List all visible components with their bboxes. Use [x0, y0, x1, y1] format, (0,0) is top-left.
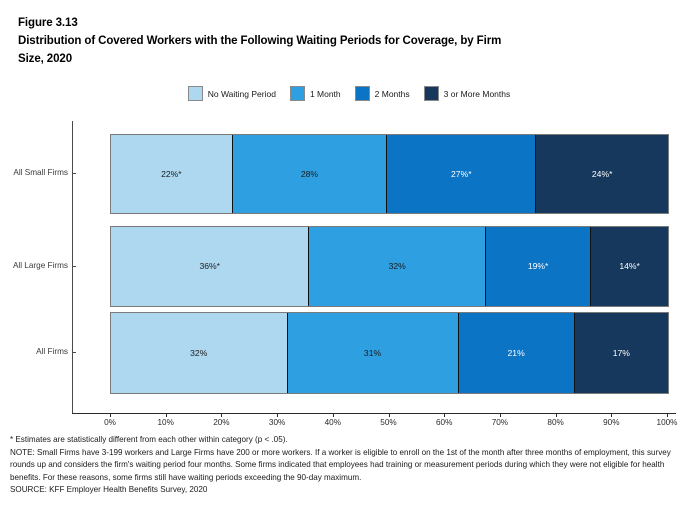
x-axis-line — [72, 413, 676, 414]
x-axis-tick-label: 100% — [656, 418, 678, 427]
bar-segment-value-label: 32% — [190, 347, 208, 358]
legend-swatch-icon — [289, 86, 305, 101]
legend-swatch-icon — [354, 86, 370, 101]
x-axis-tick — [221, 413, 223, 417]
y-axis-tick — [72, 352, 76, 353]
bar-row[interactable]: 32% 31% 21% 17% — [110, 312, 669, 394]
bar-row[interactable]: 36%* 32% 19%* 14%* — [110, 226, 669, 307]
x-axis-tick — [165, 413, 167, 417]
bar-segment[interactable]: 31% — [287, 313, 459, 393]
bar-segment[interactable]: 17% — [574, 313, 668, 393]
x-axis-tick — [499, 413, 501, 417]
bar-segment[interactable]: 32% — [309, 227, 486, 306]
bar-segment-value-label: 21% — [507, 347, 525, 358]
x-axis-tick — [388, 413, 390, 417]
legend-item[interactable]: 3 or More Months — [423, 86, 511, 101]
legend-swatch-icon — [187, 86, 203, 101]
x-axis-tick-label: 30% — [268, 418, 286, 427]
legend-item-label: 3 or More Months — [443, 88, 511, 99]
bar-segment-value-label: 14%* — [619, 261, 640, 272]
footnote-note: NOTE: Small Firms have 3-199 workers and… — [10, 447, 671, 482]
bar-segment-value-label: 28% — [300, 168, 319, 179]
y-axis-category-label: All Small Firms — [13, 168, 68, 177]
footnote-asterisk: * Estimates are statistically different … — [10, 435, 288, 444]
bar-segment-value-label: 19%* — [527, 261, 549, 272]
bar-row[interactable]: 22%* 28% 27%* 24%* — [110, 134, 669, 214]
legend-swatch-icon — [423, 86, 439, 101]
x-axis-tick-label: 10% — [157, 418, 174, 427]
bar-segment[interactable]: 32% — [111, 313, 288, 393]
x-axis-tick-label: 40% — [324, 418, 341, 427]
y-axis-tick — [72, 173, 76, 174]
x-axis-tick-label: 0% — [104, 418, 116, 427]
x-axis-tick-label: 20% — [213, 418, 230, 427]
legend-item-label: No Waiting Period — [207, 88, 276, 99]
bar-segment[interactable]: 36%* — [111, 227, 310, 306]
bar-segment[interactable]: 24%* — [536, 135, 668, 213]
footnotes-block: * Estimates are statistically different … — [10, 434, 688, 497]
x-axis-tick — [667, 413, 668, 417]
figure-number: Figure 3.13 — [18, 17, 78, 29]
x-axis-tick — [277, 413, 279, 417]
bar-segment[interactable]: 21% — [458, 313, 575, 393]
bar-segment-value-label: 24%* — [591, 168, 613, 179]
legend-item-label: 1 Month — [309, 88, 341, 99]
legend-item[interactable]: No Waiting Period — [187, 86, 276, 101]
legend-item-label: 2 Months — [374, 88, 410, 99]
chart-plot-area: All Small Firms All Large Firms All Firms … — [0, 110, 698, 427]
y-axis-category-label: All Firms — [36, 347, 68, 356]
legend-item[interactable]: 2 Months — [354, 86, 410, 101]
bar-segment-value-label: 17% — [612, 347, 630, 358]
x-axis-tick-label: 50% — [380, 418, 397, 427]
x-axis-tick — [611, 413, 613, 417]
figure-title-block: Figure 3.13 Distribution of Covered Work… — [18, 14, 678, 68]
bar-segment-value-label: 31% — [363, 347, 382, 358]
chart-legend: No Waiting Period 1 Month 2 Months 3 or Mor… — [0, 86, 698, 101]
y-axis-line — [72, 121, 73, 413]
bar-segment[interactable]: 19%* — [486, 227, 592, 306]
x-axis-tick-label: 90% — [603, 418, 620, 427]
x-axis-tick-label: 60% — [435, 418, 453, 427]
bar-segment-value-label: 22%* — [161, 168, 182, 179]
x-axis-tick — [332, 413, 334, 417]
legend-item[interactable]: 1 Month — [289, 86, 341, 101]
bar-segment[interactable]: 28% — [232, 135, 388, 213]
bar-segment[interactable]: 22%* — [111, 135, 233, 213]
footnote-source: SOURCE: KFF Employer Health Benefits Sur… — [10, 485, 208, 495]
y-axis-category-label: All Large Firms — [12, 260, 68, 270]
bar-segment-value-label: 36%* — [199, 261, 220, 272]
bar-segment-value-label: 27%* — [451, 168, 472, 179]
bar-segment[interactable]: 14%* — [591, 227, 669, 306]
bar-segment[interactable]: 27%* — [387, 135, 537, 213]
x-axis-tick-label: 80% — [547, 418, 564, 427]
figure-title-line-2: Size, 2020 — [18, 53, 72, 65]
x-axis-tick — [110, 413, 111, 417]
figure-title-line-1: Distribution of Covered Workers with the… — [18, 35, 502, 47]
x-axis-tick-label: 70% — [491, 418, 509, 427]
x-axis-tick — [444, 413, 446, 417]
y-axis-tick — [72, 265, 76, 267]
x-axis-tick — [555, 413, 557, 417]
bar-segment-value-label: 32% — [388, 261, 406, 272]
